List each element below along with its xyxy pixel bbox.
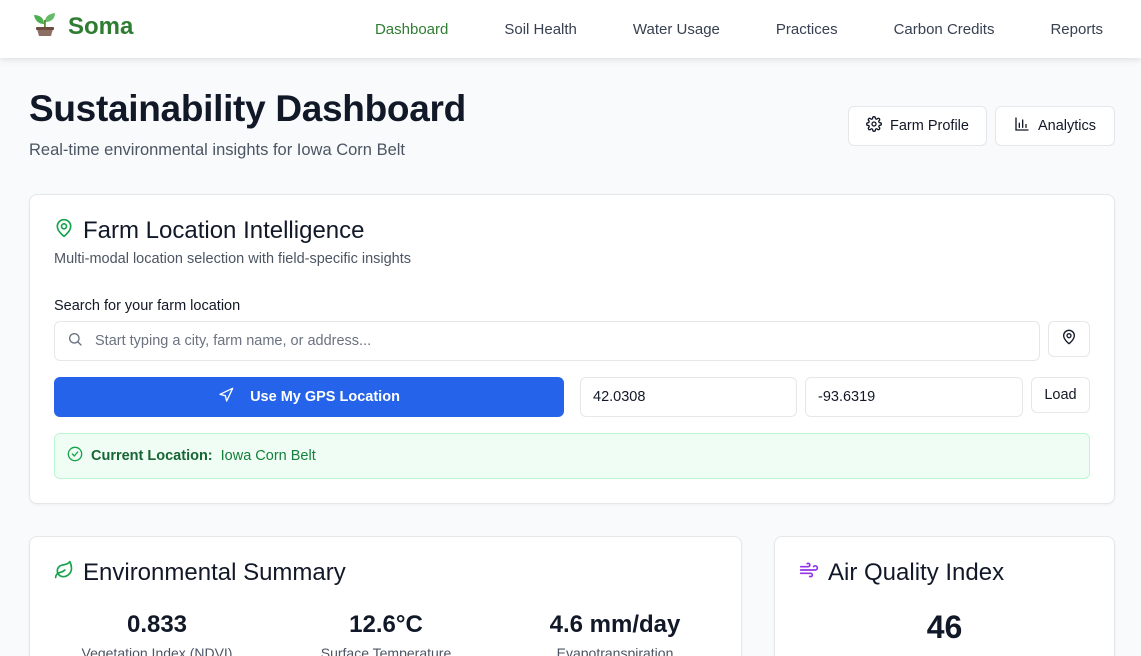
metric-value: 12.6°C xyxy=(349,611,423,638)
search-input[interactable] xyxy=(95,333,995,349)
farm-profile-label: Farm Profile xyxy=(890,118,969,134)
location-description: Multi-modal location selection with fiel… xyxy=(54,251,412,267)
load-coordinates-button[interactable]: Load xyxy=(1031,377,1090,413)
leaf-icon xyxy=(54,559,74,587)
search-icon xyxy=(67,331,83,352)
metric-label: Surface Temperature xyxy=(320,645,452,656)
environmental-summary-card: Environmental Summary 0.833 Vegetation I… xyxy=(29,536,742,656)
search-label: Search for your farm location xyxy=(54,298,241,314)
search-field[interactable] xyxy=(54,321,1040,361)
gps-button-label: Use My GPS Location xyxy=(250,389,400,405)
latitude-input[interactable] xyxy=(593,389,793,405)
navigation-icon xyxy=(218,387,234,407)
brand-name: Soma xyxy=(68,12,134,40)
environment-title-text: Environmental Summary xyxy=(83,559,346,586)
farm-location-card: Farm Location Intelligence Multi-modal l… xyxy=(29,194,1115,504)
nav-item-water-usage[interactable]: Water Usage xyxy=(633,21,720,38)
nav-item-reports[interactable]: Reports xyxy=(1050,21,1103,38)
metric-value: 0.833 xyxy=(126,611,188,638)
pick-on-map-button[interactable] xyxy=(1048,321,1090,357)
analytics-button[interactable]: Analytics xyxy=(995,106,1115,146)
sprout-icon xyxy=(32,11,58,42)
location-card-title: Farm Location Intelligence xyxy=(54,217,364,245)
metric-value: 4.6 mm/day xyxy=(549,611,681,638)
metric-label: Vegetation Index (NDVI) xyxy=(81,645,233,656)
location-title-text: Farm Location Intelligence xyxy=(83,217,365,244)
longitude-input[interactable] xyxy=(818,389,1018,405)
metric-label: Evapotranspiration xyxy=(556,645,674,656)
check-circle-icon xyxy=(67,446,83,466)
wind-icon xyxy=(799,559,819,587)
nav-item-practices[interactable]: Practices xyxy=(776,21,838,38)
air-quality-value: 46 xyxy=(926,609,963,645)
surface-temperature-metric: 12.6°C Surface Temperature xyxy=(276,611,496,656)
use-gps-location-button[interactable]: Use My GPS Location xyxy=(54,377,564,417)
nav-item-dashboard[interactable]: Dashboard xyxy=(375,21,448,38)
page-title: Sustainability Dashboard xyxy=(29,88,466,129)
evapotranspiration-metric: 4.6 mm/day Evapotranspiration xyxy=(505,611,725,656)
top-navbar: Soma Dashboard Soil Health Water Usage P… xyxy=(0,0,1141,58)
air-quality-title-text: Air Quality Index xyxy=(828,559,1005,586)
current-location-label: Current Location: xyxy=(91,448,213,464)
bar-chart-icon xyxy=(1014,116,1030,136)
nav-item-carbon-credits[interactable]: Carbon Credits xyxy=(894,21,995,38)
page-subtitle: Real-time environmental insights for Iow… xyxy=(29,141,405,159)
longitude-field[interactable] xyxy=(805,377,1023,417)
brand[interactable]: Soma xyxy=(32,11,133,42)
current-location-value: Iowa Corn Belt xyxy=(220,448,316,464)
latitude-field[interactable] xyxy=(580,377,797,417)
current-location-banner: Current Location: Iowa Corn Belt xyxy=(54,433,1090,479)
air-quality-card: Air Quality Index 46 xyxy=(774,536,1115,656)
map-pin-icon xyxy=(54,217,74,245)
nav-item-soil-health[interactable]: Soil Health xyxy=(504,21,577,38)
gear-icon xyxy=(866,116,882,136)
map-pin-icon xyxy=(1061,329,1077,350)
farm-profile-button[interactable]: Farm Profile xyxy=(848,106,987,146)
analytics-label: Analytics xyxy=(1037,118,1097,134)
ndvi-metric: 0.833 Vegetation Index (NDVI) xyxy=(47,611,267,656)
environment-card-title: Environmental Summary xyxy=(54,559,346,587)
air-quality-card-title: Air Quality Index xyxy=(799,559,1004,587)
main-nav: Dashboard Soil Health Water Usage Practi… xyxy=(375,0,1103,58)
